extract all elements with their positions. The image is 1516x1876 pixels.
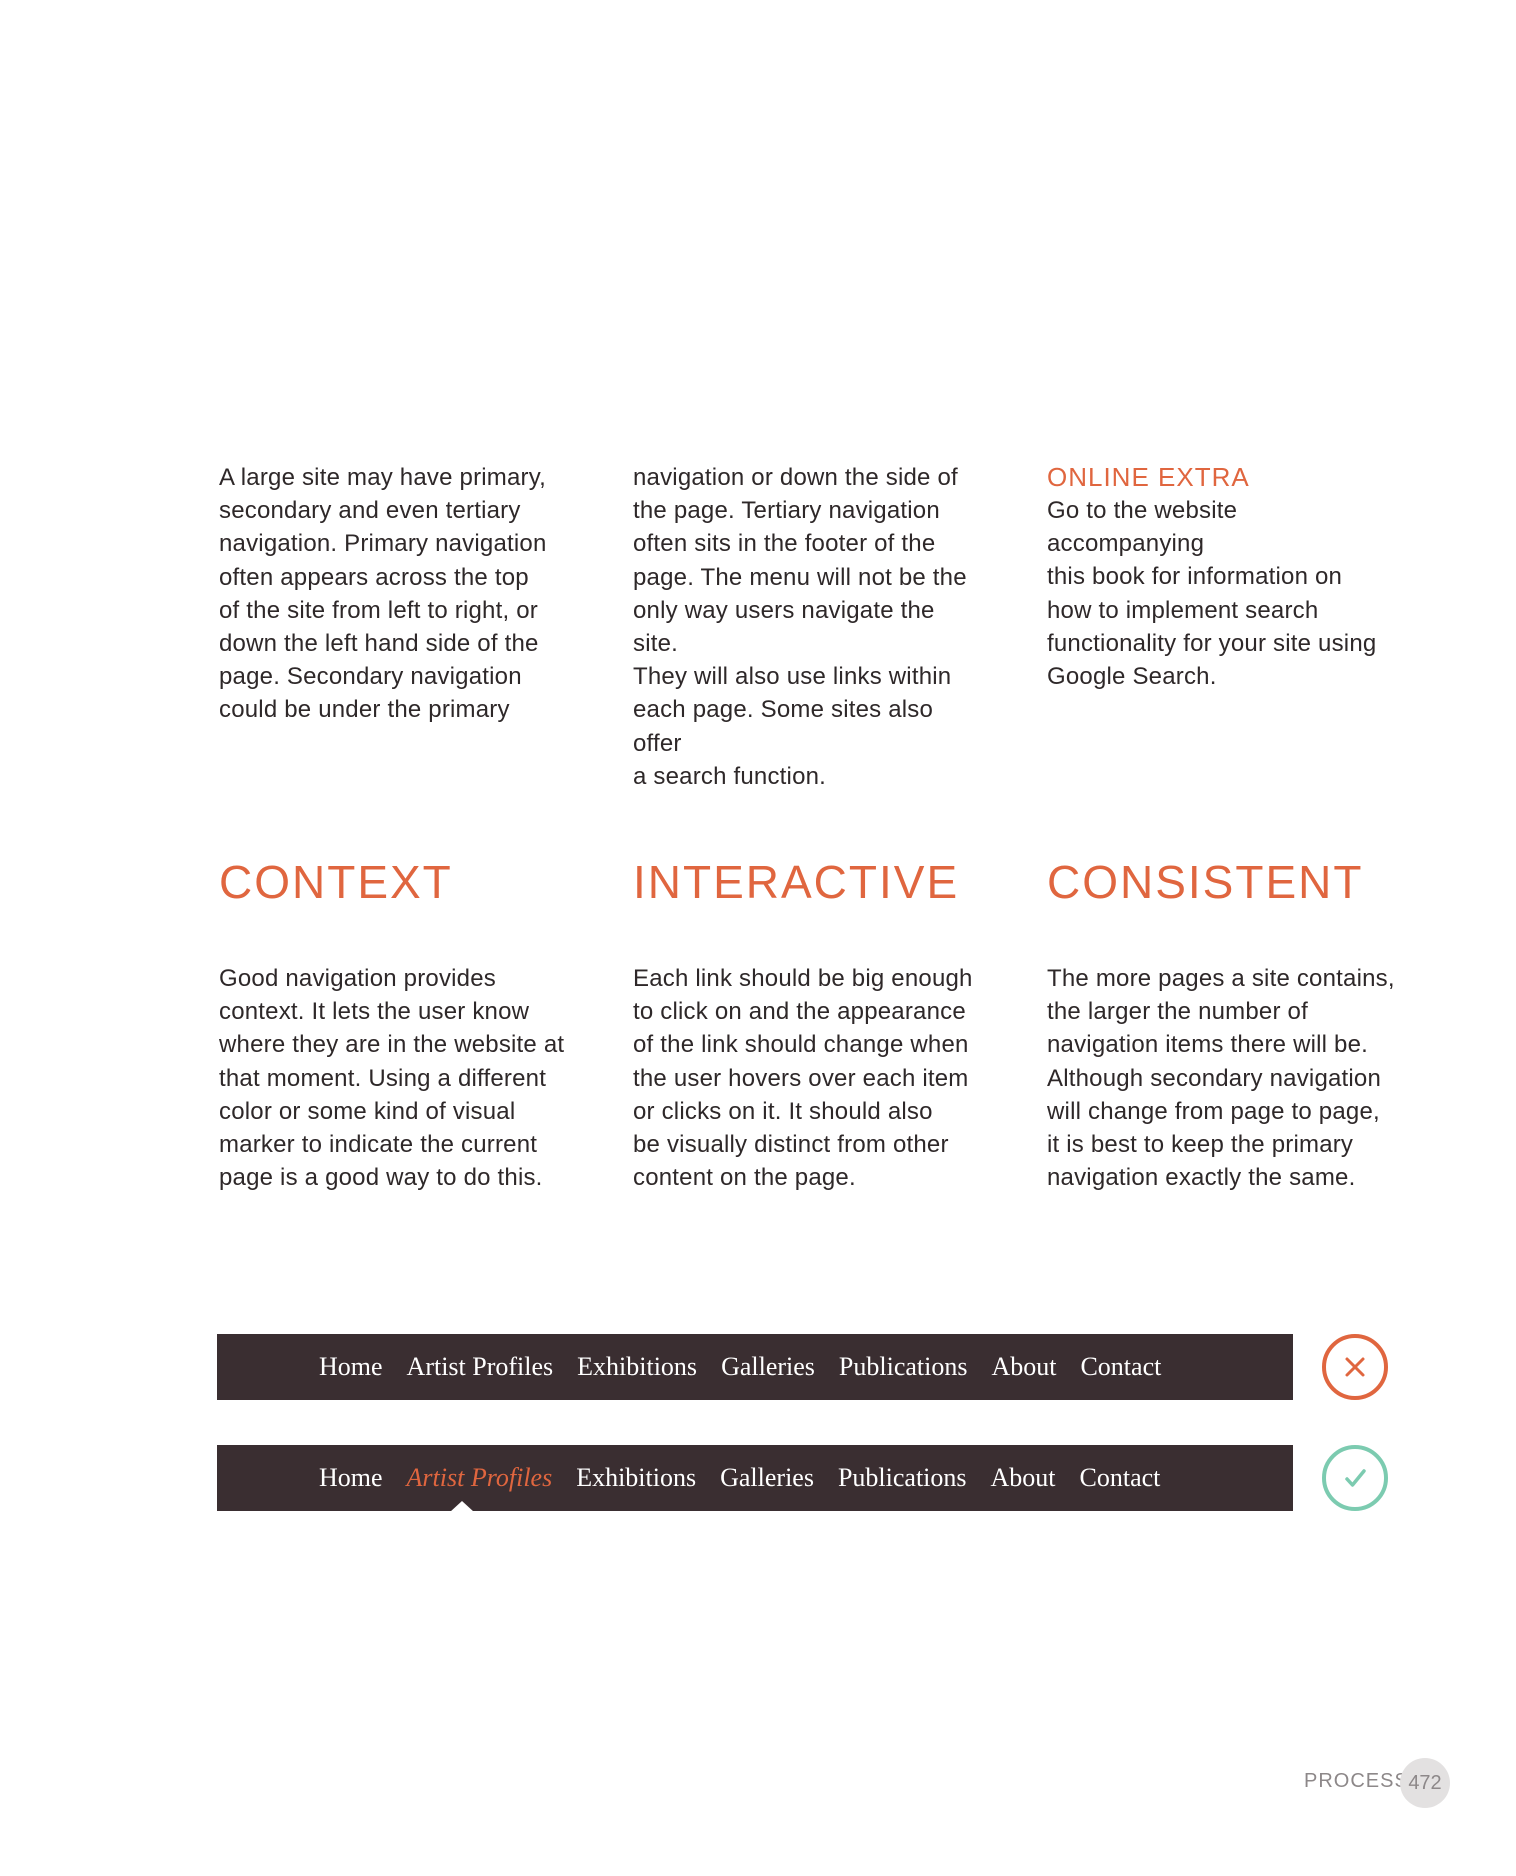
nav-item-about[interactable]: About [979, 1352, 1068, 1382]
section-text-context: Good navigation provides context. It let… [219, 965, 565, 1192]
cross-icon [1345, 1357, 1365, 1377]
nav-items-bad: Home Artist Profiles Exhibitions Galleri… [307, 1334, 1173, 1400]
nav-item-artist-profiles[interactable]: Artist Profiles [395, 1352, 566, 1382]
nav-item-about[interactable]: About [979, 1463, 1068, 1493]
online-extra-box: ONLINE EXTRA Go to the website accompany… [1047, 461, 1397, 693]
nav-items-good: Home Artist Profiles Exhibitions Galleri… [307, 1445, 1172, 1511]
nav-item-exhibitions[interactable]: Exhibitions [564, 1463, 708, 1493]
section-heading-consistent: CONSISTENT [1047, 856, 1364, 908]
nav-item-galleries[interactable]: Galleries [708, 1463, 826, 1493]
nav-item-exhibitions[interactable]: Exhibitions [565, 1352, 709, 1382]
footer-section-label: PROCESS [1304, 1770, 1409, 1792]
nav-item-contact[interactable]: Contact [1068, 1352, 1173, 1382]
intro-column-1: A large site may have primary, secondary… [219, 461, 569, 727]
section-heading-interactive: INTERACTIVE [633, 856, 960, 908]
section-interactive: Each link should be big enough to click … [633, 962, 983, 1194]
intro-paragraph-1: A large site may have primary, secondary… [219, 464, 547, 724]
page-number: 472 [1400, 1758, 1450, 1808]
navbar-example-good: Home Artist Profiles Exhibitions Galleri… [217, 1445, 1293, 1512]
nav-item-home[interactable]: Home [307, 1352, 395, 1382]
nav-item-home[interactable]: Home [307, 1463, 395, 1493]
check-badge [1322, 1445, 1388, 1511]
section-text-consistent: The more pages a site contains, the larg… [1047, 965, 1395, 1192]
online-extra-heading: ONLINE EXTRA [1047, 462, 1250, 492]
section-context: Good navigation provides context. It let… [219, 962, 569, 1194]
section-heading-context: CONTEXT [219, 856, 453, 908]
online-extra-text: Go to the website accompanying this book… [1047, 497, 1377, 691]
check-icon [1345, 1469, 1366, 1487]
nav-item-publications[interactable]: Publications [827, 1352, 980, 1382]
intro-paragraph-2: navigation or down the side of the page.… [633, 464, 967, 790]
intro-column-2: navigation or down the side of the page.… [633, 461, 983, 793]
section-consistent: The more pages a site contains, the larg… [1047, 962, 1397, 1194]
nav-item-publications[interactable]: Publications [826, 1463, 979, 1493]
nav-item-galleries[interactable]: Galleries [709, 1352, 827, 1382]
cross-badge [1322, 1334, 1388, 1400]
nav-item-artist-profiles-active[interactable]: Artist Profiles [395, 1463, 565, 1493]
nav-item-contact[interactable]: Contact [1068, 1463, 1173, 1493]
section-text-interactive: Each link should be big enough to click … [633, 965, 973, 1192]
current-page-marker-icon [450, 1501, 474, 1512]
navbar-example-bad: Home Artist Profiles Exhibitions Galleri… [217, 1334, 1293, 1400]
